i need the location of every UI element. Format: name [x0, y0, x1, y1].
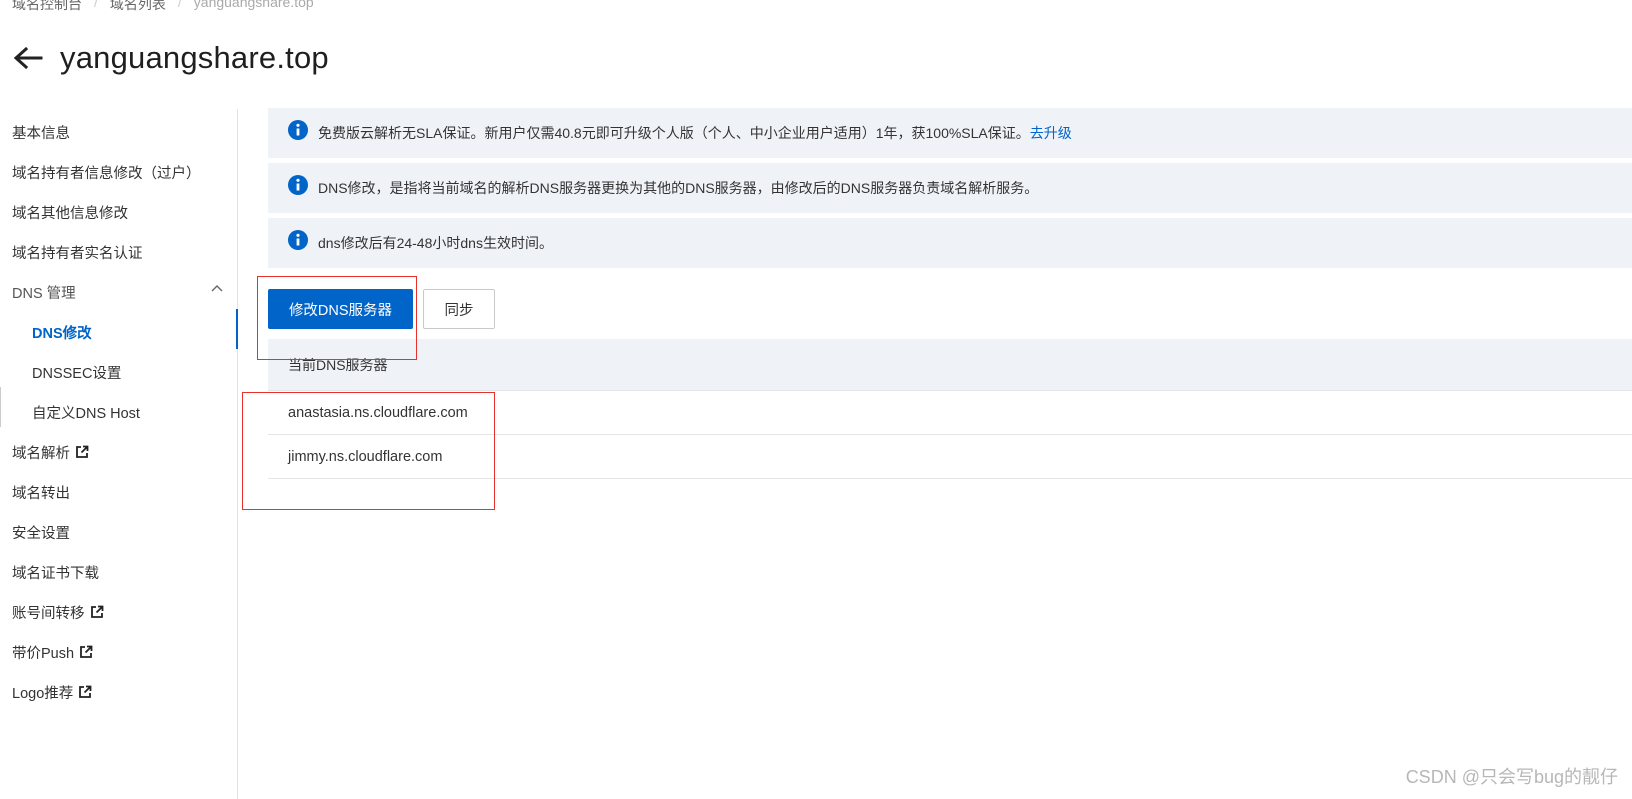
sidebar-item-account-transfer[interactable]: 账号间转移 [12, 600, 104, 624]
table-header: 当前DNS服务器 [268, 339, 1632, 391]
sidebar-item-label: 基本信息 [12, 125, 70, 142]
breadcrumb-separator: / [94, 0, 98, 10]
alert-upgrade: 免费版云解析无SLA保证。新用户仅需40.8元即可升级个人版（个人、中小企业用户… [268, 108, 1632, 158]
sidebar-item-label: DNS修改 [32, 325, 92, 342]
page-header: yanguangshare.top [12, 36, 329, 80]
sidebar-item-dnssec[interactable]: DNSSEC设置 [32, 360, 121, 384]
sidebar-item-label: 安全设置 [12, 525, 70, 542]
sidebar-item-label: DNS 管理 [12, 285, 76, 302]
table-row: jimmy.ns.cloudflare.com [268, 435, 1632, 479]
breadcrumb-domain-console[interactable]: 域名控制台 [12, 0, 82, 14]
external-link-icon [75, 445, 89, 459]
divider [0, 387, 1, 427]
arrow-left-icon [13, 46, 43, 70]
sidebar-item-transfer-out[interactable]: 域名转出 [12, 480, 70, 504]
sidebar-item-label: 域名其他信息修改 [12, 205, 128, 222]
sidebar-item-label: 域名持有者信息修改（过户） [12, 165, 201, 182]
external-link-icon [90, 605, 104, 619]
sidebar-item-logo-recommend[interactable]: Logo推荐 [12, 680, 92, 704]
info-icon [288, 230, 308, 250]
alert-dns-propagation: dns修改后有24-48小时dns生效时间。 [268, 218, 1632, 268]
sidebar-item-dns-resolve[interactable]: 域名解析 [12, 440, 89, 464]
sidebar-item-custom-dns-host[interactable]: 自定义DNS Host [32, 400, 140, 424]
alert-dns-description: DNS修改，是指将当前域名的解析DNS服务器更换为其他的DNS服务器，由修改后的… [268, 163, 1632, 213]
active-indicator [236, 309, 238, 349]
sidebar-item-other-info[interactable]: 域名其他信息修改 [12, 200, 128, 224]
alert-text: dns修改后有24-48小时dns生效时间。 [318, 235, 553, 251]
sidebar-item-real-name[interactable]: 域名持有者实名认证 [12, 240, 143, 264]
sidebar-item-label: 自定义DNS Host [32, 405, 140, 422]
modify-dns-server-button[interactable]: 修改DNS服务器 [268, 289, 413, 329]
breadcrumb-domain-list[interactable]: 域名列表 [110, 0, 166, 14]
alert-text: DNS修改，是指将当前域名的解析DNS服务器更换为其他的DNS服务器，由修改后的… [318, 180, 1039, 196]
sidebar-item-dns-modify[interactable]: DNS修改 [32, 320, 92, 344]
info-icon [288, 120, 308, 140]
sidebar-item-label: Logo推荐 [12, 685, 74, 702]
sidebar-item-label: DNSSEC设置 [32, 365, 122, 382]
sidebar-item-label: 域名证书下载 [12, 565, 99, 582]
sync-button[interactable]: 同步 [423, 289, 495, 329]
sidebar-item-label: 域名持有者实名认证 [12, 245, 143, 262]
sidebar-group-dns-management[interactable]: DNS 管理 [12, 280, 76, 304]
info-icon [288, 175, 308, 195]
external-link-icon [78, 685, 92, 699]
upgrade-link[interactable]: 去升级 [1030, 123, 1072, 143]
table-row: anastasia.ns.cloudflare.com [268, 391, 1632, 435]
sidebar-item-basic-info[interactable]: 基本信息 [12, 120, 70, 144]
sidebar: 基本信息 域名持有者信息修改（过户） 域名其他信息修改 域名持有者实名认证 DN… [0, 109, 238, 799]
sidebar-item-security[interactable]: 安全设置 [12, 520, 70, 544]
dns-server-table: 当前DNS服务器 anastasia.ns.cloudflare.com jim… [268, 339, 1632, 479]
breadcrumb-current-domain: yanguangshare.top [193, 0, 314, 10]
sidebar-item-label: 账号间转移 [12, 605, 85, 622]
back-button[interactable] [12, 42, 44, 74]
watermark: CSDN @只会写bug的靓仔 [1405, 767, 1618, 787]
external-link-icon [79, 645, 93, 659]
sidebar-item-label: 带价Push [12, 645, 75, 662]
sidebar-item-owner-change[interactable]: 域名持有者信息修改（过户） [12, 160, 201, 184]
alert-text: 免费版云解析无SLA保证。新用户仅需40.8元即可升级个人版（个人、中小企业用户… [318, 125, 1030, 141]
sidebar-item-price-push[interactable]: 带价Push [12, 640, 93, 664]
sidebar-item-label: 域名转出 [12, 485, 70, 502]
page-title: yanguangshare.top [60, 40, 329, 75]
sidebar-item-label: 域名解析 [12, 445, 70, 462]
breadcrumb: 域名控制台 / 域名列表 / yanguangshare.top [12, 0, 314, 14]
breadcrumb-separator: / [177, 0, 182, 10]
sidebar-item-certificate[interactable]: 域名证书下载 [12, 560, 99, 584]
chevron-up-icon[interactable] [210, 281, 224, 295]
